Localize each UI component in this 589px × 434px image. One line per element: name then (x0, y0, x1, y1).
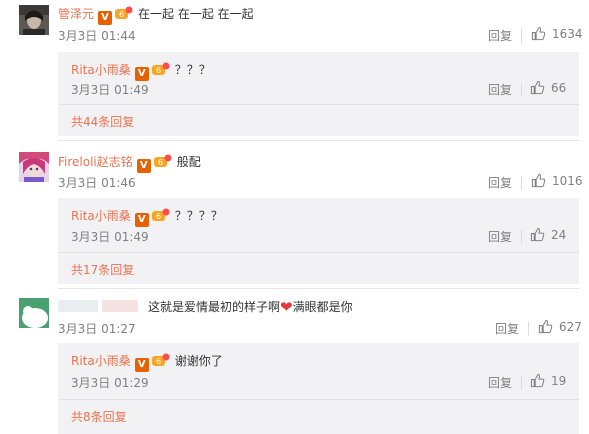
thumbs-up-icon (530, 227, 545, 242)
divider (521, 83, 522, 97)
comment-timestamp: 3月3日 01:46 (58, 176, 136, 190)
member-level-icon: 6 (115, 6, 133, 19)
reply-button[interactable]: 回复 (488, 81, 512, 98)
reply-button[interactable]: 回复 (488, 228, 512, 245)
reply-thread: Rita小雨桑 V 6？？？？ 3月3日 01:49 回复 24 共17条回复 (58, 198, 579, 284)
comment-username[interactable]: Fireloli赵志铭 V 6 般配 (58, 153, 201, 173)
avatar[interactable] (19, 152, 49, 182)
comment-text: 在一起 在一起 在一起 (138, 7, 254, 21)
svg-text:6: 6 (119, 10, 124, 19)
reply-button[interactable]: 回复 (488, 174, 512, 191)
like-button[interactable]: 1634 (531, 26, 583, 41)
blurred-username (102, 300, 138, 312)
member-level-icon: 6 (153, 154, 172, 167)
verified-badge-icon: V (98, 11, 113, 25)
reply-button[interactable]: 回复 (488, 374, 512, 391)
like-button[interactable]: 66 (530, 80, 566, 95)
reply-thread: Rita小雨桑 V 6？？？ 3月3日 01:49 回复 66 共44条回复 (58, 52, 579, 136)
verified-badge-icon: V (134, 213, 149, 227)
reply-button[interactable]: 回复 (495, 320, 519, 337)
reply-username[interactable]: Rita小雨桑 V 6？？？ (71, 61, 211, 81)
comment-username[interactable]: 这就是爱情最初的样子啊❤满眼都是你 (58, 298, 353, 316)
divider (521, 230, 522, 244)
svg-text:6: 6 (156, 66, 161, 75)
reply-text: 谢谢你了 (174, 354, 223, 368)
reply-timestamp: 3月3日 01:49 (71, 230, 149, 244)
divider (58, 104, 579, 105)
like-button[interactable]: 19 (530, 373, 566, 388)
thumbs-up-icon (530, 373, 545, 388)
member-level-icon: 6 (151, 208, 170, 221)
divider (58, 288, 579, 289)
reply-username[interactable]: Rita小雨桑 V 6？？？？ (71, 207, 223, 227)
avatar[interactable] (19, 298, 49, 328)
thumbs-up-icon (538, 319, 553, 334)
svg-text:6: 6 (156, 212, 161, 221)
like-button[interactable]: 627 (538, 319, 582, 334)
reply-text: ？？？ (174, 63, 211, 77)
divider (521, 376, 522, 390)
reply-text: ？？？？ (174, 209, 223, 223)
divider (58, 399, 579, 400)
divider (521, 29, 522, 43)
like-button[interactable]: 1016 (531, 173, 583, 188)
verified-badge-icon: V (134, 358, 149, 372)
heart-icon: ❤ (280, 298, 293, 316)
svg-text:6: 6 (158, 158, 163, 167)
thumbs-up-icon (531, 26, 546, 41)
comment-username[interactable]: 管泽元 V 6 在一起 在一起 在一起 (58, 5, 254, 25)
more-replies-link[interactable]: 共17条回复 (71, 261, 134, 278)
member-level-icon: 6 (151, 62, 170, 75)
reply-timestamp: 3月3日 01:49 (71, 83, 149, 97)
divider (58, 252, 579, 253)
verified-badge-icon: V (136, 159, 151, 173)
like-button[interactable]: 24 (530, 227, 566, 242)
thumbs-up-icon (531, 173, 546, 188)
more-replies-link[interactable]: 共8条回复 (71, 408, 127, 425)
divider (528, 322, 529, 336)
verified-badge-icon: V (134, 67, 149, 81)
reply-timestamp: 3月3日 01:29 (71, 376, 149, 390)
thumbs-up-icon (530, 80, 545, 95)
divider (58, 140, 579, 141)
svg-text:6: 6 (156, 357, 161, 366)
divider (521, 176, 522, 190)
reply-username[interactable]: Rita小雨桑 V 6 谢谢你了 (71, 352, 223, 372)
more-replies-link[interactable]: 共44条回复 (71, 113, 134, 130)
avatar[interactable] (19, 5, 49, 35)
comment-text: 般配 (176, 155, 201, 169)
member-level-icon: 6 (151, 353, 170, 366)
reply-button[interactable]: 回复 (488, 27, 512, 44)
reply-thread: Rita小雨桑 V 6 谢谢你了 3月3日 01:29 回复 19 共8条回复 (58, 343, 579, 434)
blurred-username (58, 300, 98, 312)
comment-timestamp: 3月3日 01:44 (58, 29, 136, 43)
comment-text: 这就是爱情最初的样子啊❤满眼都是你 (148, 298, 353, 316)
comment-timestamp: 3月3日 01:27 (58, 322, 136, 336)
